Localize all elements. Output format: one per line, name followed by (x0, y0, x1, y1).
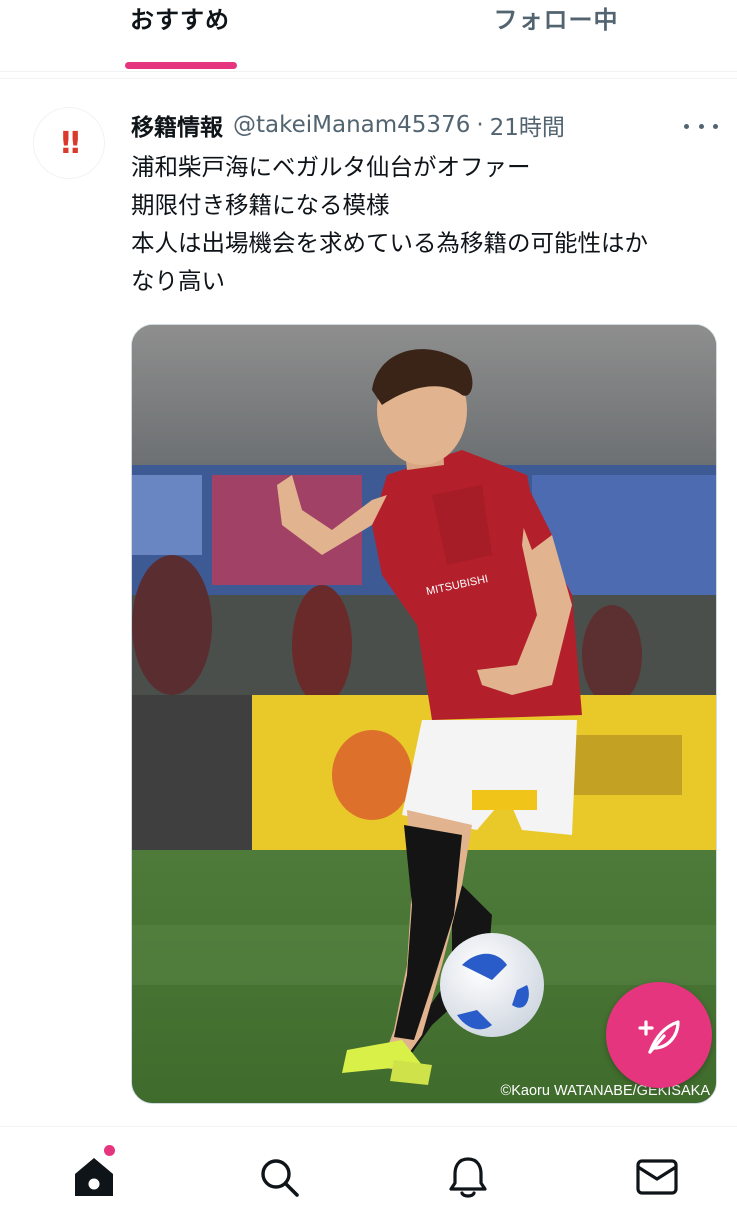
avatar[interactable]: ‼ (34, 108, 104, 178)
tweet-text-line: 浦和柴戸海にベガルタ仙台がオファー (131, 153, 531, 181)
tweet[interactable]: ‼ 移籍情報 @takeiManam45376 · 21時間 浦和柴戸海にベガル… (0, 80, 737, 1125)
photo-credit: ©Kaoru WATANABE/GEKISAKA (500, 1083, 710, 1099)
avatar-glyph: ‼ (61, 125, 80, 161)
nav-notifications[interactable] (442, 1151, 494, 1203)
tweet-text: 浦和柴戸海にベガルタ仙台がオファー 期限付き移籍になる模様 本人は出場機会を求め… (131, 148, 721, 300)
mail-icon (636, 1159, 678, 1195)
timeline-tabs: おすすめ フォロー中 (0, 0, 737, 72)
active-tab-indicator (125, 62, 237, 69)
bell-icon (449, 1157, 487, 1198)
display-name[interactable]: 移籍情報 (131, 108, 223, 142)
user-handle[interactable]: @takeiManam45376 (233, 112, 470, 138)
tab-following-label: フォロー中 (493, 6, 619, 34)
tweet-text-line: 期限付き移籍になる模様 (131, 191, 390, 219)
tweet-text-line: 本人は出場機会を求めている為移籍の可能性はか (131, 229, 648, 257)
more-options-icon[interactable] (684, 116, 718, 136)
home-icon (75, 1158, 113, 1196)
football-player-photo: MITSUBISHI (132, 325, 716, 1103)
tweet-text-line: なり高い (131, 267, 225, 295)
separator-dot: · (476, 112, 484, 138)
tweet-timestamp[interactable]: 21時間 (490, 108, 565, 142)
compose-feather-icon (638, 1020, 680, 1054)
search-icon (261, 1159, 299, 1197)
tweet-photo[interactable]: MITSUBISHI ©Kaoru WATANABE/GEKISAKA (131, 324, 717, 1104)
bottom-navigation (0, 1126, 737, 1227)
tab-following[interactable]: フォロー中 (456, 0, 656, 70)
tab-recommended-label: おすすめ (130, 6, 230, 34)
compose-button[interactable] (606, 982, 712, 1088)
nav-home[interactable] (68, 1151, 120, 1203)
nav-messages[interactable] (631, 1151, 683, 1203)
home-unread-dot (104, 1145, 115, 1156)
tweet-header: 移籍情報 @takeiManam45376 · 21時間 (131, 108, 565, 142)
divider (0, 78, 737, 79)
tab-recommended[interactable]: おすすめ (80, 0, 280, 70)
nav-search[interactable] (253, 1151, 305, 1203)
